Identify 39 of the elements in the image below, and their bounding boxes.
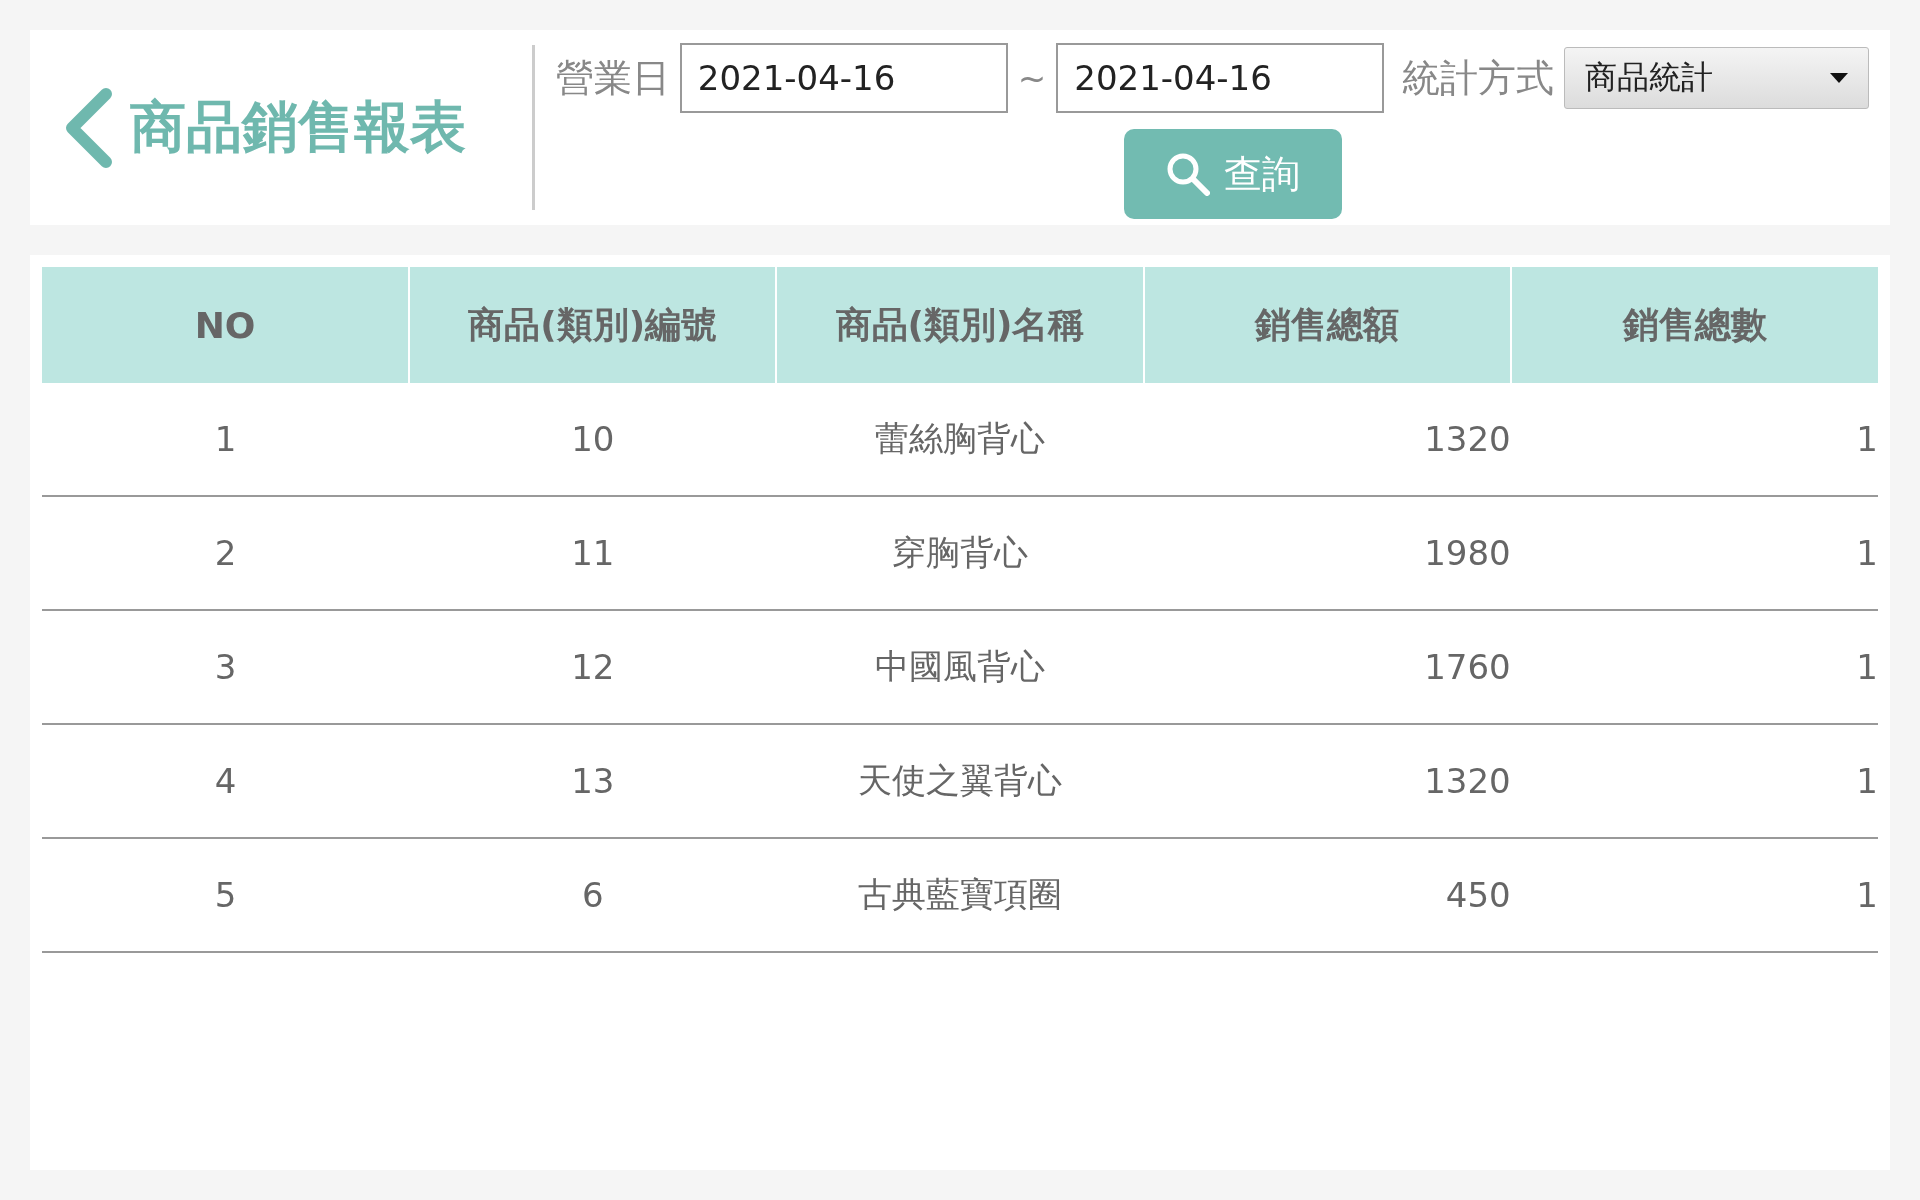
table-cell: 11 [409, 496, 777, 610]
table-cell: 4 [42, 724, 410, 838]
column-header: NO [42, 267, 410, 383]
column-header: 商品(類別)編號 [409, 267, 777, 383]
table-cell: 450 [1143, 838, 1511, 952]
table-cell: 1 [42, 383, 410, 496]
date-label: 營業日 [555, 54, 670, 102]
page-title: 商品銷售報表 [130, 92, 466, 161]
search-icon [1165, 152, 1210, 196]
column-header: 商品(類別)名稱 [776, 267, 1144, 383]
column-header: 銷售總數 [1510, 267, 1878, 383]
table-cell: 1760 [1143, 610, 1511, 724]
table-cell: 2 [42, 496, 410, 610]
table-cell: 10 [409, 383, 777, 496]
range-separator: ~ [1017, 58, 1047, 98]
table-cell: 3 [42, 610, 410, 724]
table-cell: 1 [1510, 838, 1878, 952]
table-cell: 蕾絲胸背心 [776, 383, 1144, 496]
table-cell: 1320 [1143, 383, 1511, 496]
table-cell: 12 [409, 610, 777, 724]
table-cell: 5 [42, 838, 410, 952]
table-cell: 穿胸背心 [776, 496, 1144, 610]
table-cell: 1320 [1143, 724, 1511, 838]
table-cell: 1 [1510, 496, 1878, 610]
table-cell: 1 [1510, 383, 1878, 496]
table-cell: 1 [1510, 610, 1878, 724]
table-cell: 6 [409, 838, 777, 952]
mode-label: 統計方式 [1402, 54, 1555, 102]
table-cell: 13 [409, 724, 777, 838]
end-date-field[interactable]: 2021-04-16 [1056, 43, 1385, 113]
column-header: 銷售總額 [1143, 267, 1511, 383]
table-cell: 中國風背心 [776, 610, 1144, 724]
start-date-field[interactable]: 2021-04-16 [679, 43, 1008, 113]
table-cell: 古典藍寶項圈 [776, 838, 1144, 952]
table-cell: 1 [1510, 724, 1878, 838]
table-cell: 天使之翼背心 [776, 724, 1144, 838]
mode-dropdown[interactable]: 商品統計 [1564, 47, 1870, 109]
caret-icon [1830, 73, 1849, 83]
table-cell: 1980 [1143, 496, 1511, 610]
